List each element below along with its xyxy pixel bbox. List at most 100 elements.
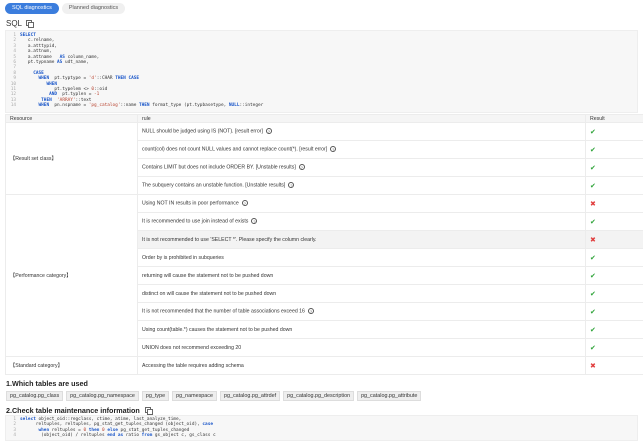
check-icon: ✔ [590,290,596,298]
rule-cell: It is recommended to use join instead of… [137,212,586,231]
sql-keyword: NULL [228,103,240,109]
sql-keyword: CASE [128,76,140,82]
sql-title: SQL [6,19,23,28]
sql-code-block[interactable]: 1 SELECT 2 c.relname, 3 a.atttypid, 4 a.attn… [5,30,638,113]
sql-token: pt.typtype = [49,76,89,82]
sql-keyword: from [141,433,153,439]
sql-token: a.attnum, [20,49,52,55]
cross-icon: ✖ [590,362,596,370]
tables-used-heading: 1.Which tables are used [6,379,88,388]
sql-keyword: THEN [115,76,126,82]
rule-cell: It is not recommended that the number of… [137,302,586,321]
help-icon[interactable]: ? [288,182,295,189]
check-icon: ✔ [590,326,596,334]
rule-text: It is recommended to use join instead of… [142,218,249,225]
rule-cell: Contains LIMIT but does not include ORDE… [137,158,586,177]
sql-literal: 'd' [88,76,97,82]
sql-token: pt.typname [20,59,58,65]
code-text: (object_oid) / reltuples end as ratio fr… [20,433,216,438]
help-icon[interactable]: ? [330,146,337,153]
help-icon[interactable]: ? [265,128,272,135]
rule-cell: count(col) does not count NULL values an… [137,140,586,159]
result-cell: ✔ [585,320,643,339]
sql-keyword: end [107,433,116,439]
rule-text: Order by is prohibited in subqueries [142,254,224,261]
code-text: WHEN pn.nspname = 'pg_catalog'::name THE… [20,103,264,109]
sql-section-header: SQL [6,19,35,28]
sql-token: column_name, [64,54,100,60]
tab-sql-diagnostics[interactable]: SQL diagnostics [5,3,59,14]
rule-text: The subquery contains an unstable functi… [142,182,286,189]
table-tag: pg_type [141,391,170,401]
result-cell: ✔ [585,302,643,321]
rule-text: Using NOT IN results in poor performance [142,200,239,207]
result-cell: ✔ [585,338,643,357]
column-header-resource: Resource [5,114,138,123]
result-cell: ✔ [585,248,643,267]
rule-cell: It is not recommended to use 'SELECT *'.… [137,230,586,249]
result-cell: ✖ [585,356,643,375]
sql-keyword: CASE [33,70,44,76]
result-cell: ✖ [585,194,643,213]
sql-literal: 'pg_catalog' [88,103,121,109]
check-icon: ✔ [590,254,596,262]
check-icon: ✔ [590,218,596,226]
result-cell: ✔ [585,212,643,231]
sql-keyword: THEN [41,97,52,103]
result-cell: ✔ [585,266,643,285]
resource-category: 【Performance category】 [5,194,138,357]
sql-keyword: THEN [139,103,150,109]
rule-text: returning will cause the statement not t… [142,272,274,279]
sql-keyword: WHEN [38,103,50,109]
check-icon: ✔ [590,344,596,352]
table-tag: pg_catalog.pg_namespace [66,391,139,401]
sql-token: udt_name, [62,59,89,65]
column-header-rule: rule [137,114,586,123]
rule-cell: Order by is prohibited in subqueries [137,248,586,267]
sql-token: ::CHAR [96,76,116,82]
copy-icon[interactable] [26,20,35,28]
sql-token: a.attname [20,54,60,60]
table-tag: pg_catalog.pg_attrdef [219,391,281,401]
check-icon: ✔ [590,164,596,172]
rule-text: UNION does not recommend exceeding 20 [142,344,242,351]
rule-text: It is not recommended that the number of… [142,308,305,315]
result-cell: ✔ [585,158,643,177]
sql-literal: 'ARRAY' [57,97,76,103]
sql-token: (object_oid) / reltuples [20,433,108,439]
check-icon: ✔ [590,128,596,136]
check-icon: ✔ [590,272,596,280]
result-cell: ✔ [585,122,643,141]
cross-icon: ✖ [590,200,596,208]
resource-category: 【Result set class】 [5,122,138,195]
maintenance-title: 2.Check table maintenance information [6,406,140,415]
help-icon[interactable]: ? [241,200,248,207]
help-icon[interactable]: ? [251,218,258,225]
tab-planned-diagnostics[interactable]: Planned diagnostics [61,3,126,14]
sql-token: ::text [75,97,92,103]
rule-text: Accessing the table requires adding sche… [142,362,244,369]
table-row: 【Result set class】 NULL should be judged … [5,122,643,195]
rule-cell: UNION does not recommend exceeding 20 [137,338,586,357]
code-line: 4 (object_oid) / reltuples end as ratio … [6,433,637,438]
sql-token: ::name [120,103,139,109]
sql-token: gs_object c, gs_class c [152,433,216,439]
check-icon: ✔ [590,182,596,190]
help-icon[interactable]: ? [298,164,305,171]
sql-token: format_type (pt.typbasetype, [149,103,229,109]
rule-cell: Using NOT IN results in poor performance… [137,194,586,213]
table-header-row: Resource rule Result [5,114,643,123]
table-tag: pg_catalog.pg_attribute [357,391,422,401]
line-number: 14 [10,103,16,109]
sql-keyword: WHEN [38,76,50,82]
help-icon[interactable]: ? [307,308,314,315]
sql-keyword: AND [49,92,58,98]
table-tag: pg_catalog.pg_description [283,391,355,401]
diagnostics-tabs: SQL diagnostics Planned diagnostics [5,3,126,14]
sql-token: pn.nspname = [49,103,89,109]
copy-icon[interactable] [144,407,153,415]
maintenance-code-block[interactable]: 1 select object_oid::regclass, ctime, ati… [5,415,638,441]
